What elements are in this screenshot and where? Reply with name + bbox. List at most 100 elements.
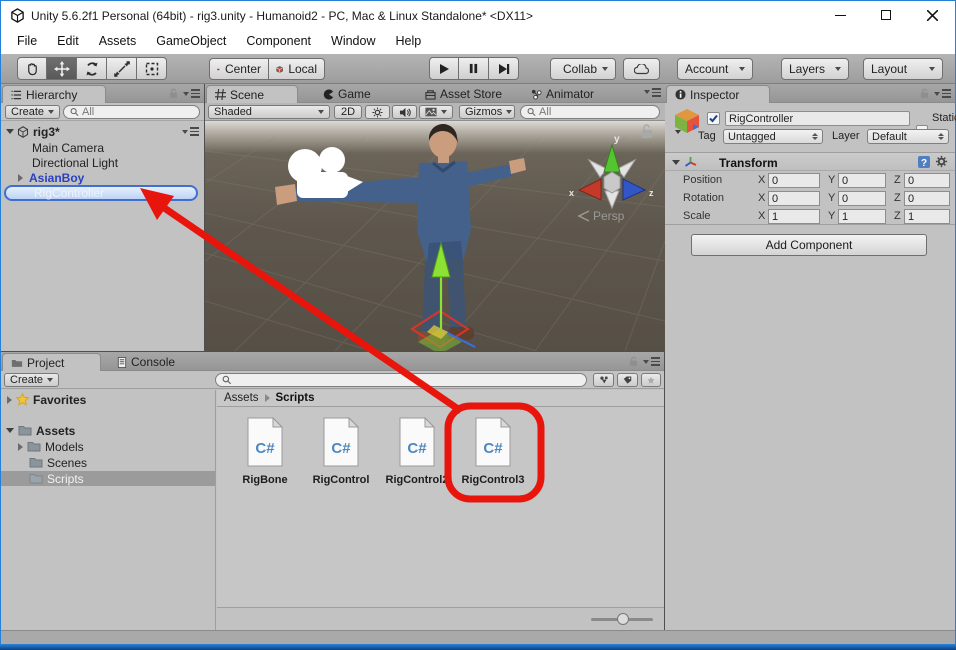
file-rigcontrol2[interactable]: C# RigControl2 (379, 417, 455, 486)
inspector-panel-menu-icon[interactable] (934, 89, 951, 98)
hierarchy-item-main-camera[interactable]: Main Camera (1, 140, 204, 155)
search-by-type-button[interactable] (593, 373, 614, 387)
transform-header[interactable]: Transform ? (665, 153, 955, 171)
tree-favorites[interactable]: Favorites (1, 392, 215, 407)
file-rigcontrol[interactable]: C# RigControl (303, 417, 379, 486)
tab-hierarchy[interactable]: Hierarchy (2, 85, 106, 103)
toggle-2d-button[interactable]: 2D (334, 105, 362, 119)
scale-z-field[interactable] (904, 209, 950, 224)
gear-icon[interactable] (935, 155, 948, 168)
tab-animator[interactable]: Animator (523, 85, 611, 103)
tree-models[interactable]: Models (1, 439, 215, 454)
tab-console[interactable]: Console (109, 353, 199, 371)
cloud-button[interactable] (623, 58, 660, 80)
breadcrumb-root[interactable]: Assets (224, 392, 259, 404)
lock-icon[interactable] (920, 88, 929, 99)
close-button[interactable] (915, 3, 949, 27)
tab-project[interactable]: Project (2, 353, 101, 371)
slider-handle[interactable] (617, 613, 629, 625)
scene-search-input[interactable] (539, 106, 653, 118)
file-rigbone[interactable]: C# RigBone (227, 417, 303, 486)
help-icon[interactable]: ? (917, 155, 931, 169)
projection-label[interactable]: Persp (593, 209, 625, 223)
add-component-button[interactable]: Add Component (691, 234, 927, 256)
breadcrumb-current[interactable]: Scripts (276, 392, 315, 404)
scene-viewport[interactable]: y x z Persp (205, 121, 665, 351)
project-search-input[interactable] (235, 374, 580, 386)
rect-tool-button[interactable] (137, 57, 167, 80)
hand-tool-button[interactable] (17, 57, 47, 80)
project-create-button[interactable]: Create (4, 373, 59, 387)
tree-scripts[interactable]: Scripts (1, 471, 215, 486)
scale-y-field[interactable] (838, 209, 886, 224)
tab-inspector[interactable]: Inspector (666, 85, 770, 103)
hierarchy-item-directional-light[interactable]: Directional Light (1, 155, 204, 170)
scale-icon (114, 61, 130, 77)
lock-icon[interactable] (169, 88, 178, 99)
pivot-toggle-button[interactable]: Center (209, 58, 269, 80)
rotation-z-field[interactable] (904, 191, 950, 206)
scale-tool-button[interactable] (107, 57, 137, 80)
position-y-field[interactable] (838, 173, 886, 188)
rotate-tool-button[interactable] (77, 57, 107, 80)
gizmos-dropdown[interactable]: Gizmos (459, 105, 515, 119)
layers-label: Layers (789, 62, 825, 76)
tree-scenes[interactable]: Scenes (1, 455, 215, 470)
move-tool-button[interactable] (47, 57, 77, 80)
object-name-field[interactable] (725, 111, 910, 126)
layers-dropdown[interactable]: Layers (781, 58, 849, 80)
position-x-field[interactable] (768, 173, 820, 188)
scene-root-menu-icon[interactable] (182, 127, 199, 136)
scene-lighting-button[interactable] (365, 105, 390, 119)
maximize-button[interactable] (869, 3, 903, 27)
favorites-star-button[interactable] (641, 373, 661, 387)
menu-help[interactable]: Help (385, 29, 431, 54)
position-z-field[interactable] (904, 173, 950, 188)
scene-effects-button[interactable] (419, 105, 453, 119)
menu-file[interactable]: File (7, 29, 47, 54)
asset-grid[interactable]: C# RigBone C# RigControl (217, 407, 664, 607)
hierarchy-create-button[interactable]: Create (5, 105, 60, 119)
play-button[interactable] (429, 57, 459, 80)
collab-button[interactable]: Collab (550, 58, 616, 80)
hierarchy-root-row[interactable]: rig3* (1, 124, 204, 139)
hierarchy-item-asianboy[interactable]: AsianBoy (1, 170, 204, 185)
menu-edit[interactable]: Edit (47, 29, 89, 54)
search-by-label-button[interactable] (617, 373, 638, 387)
tag-dropdown[interactable]: Untagged (723, 129, 823, 144)
menu-component[interactable]: Component (236, 29, 321, 54)
menu-assets[interactable]: Assets (89, 29, 147, 54)
tab-asset-store[interactable]: Asset Store (417, 85, 517, 103)
hierarchy-search[interactable] (63, 105, 200, 119)
active-checkbox[interactable] (707, 112, 720, 125)
hierarchy-item-rigcontroller[interactable]: RigController (4, 185, 198, 201)
project-search[interactable] (215, 373, 587, 387)
menu-window[interactable]: Window (321, 29, 385, 54)
scale-x-field[interactable] (768, 209, 820, 224)
tab-scene[interactable]: Scene (206, 85, 298, 103)
minimize-button[interactable] (823, 3, 857, 27)
account-dropdown[interactable]: Account (677, 58, 753, 80)
shading-mode-dropdown[interactable]: Shaded (208, 105, 330, 119)
step-button[interactable] (489, 57, 519, 80)
file-rigcontrol3[interactable]: C# RigControl3 (455, 417, 531, 486)
menu-gameobject[interactable]: GameObject (146, 29, 236, 54)
lock-icon[interactable] (629, 356, 638, 367)
rotation-y-field[interactable] (838, 191, 886, 206)
space-toggle-button[interactable]: Local (269, 58, 325, 80)
workspace: Hierarchy Create (1, 84, 955, 630)
pause-button[interactable] (459, 57, 489, 80)
layout-dropdown[interactable]: Layout (863, 58, 943, 80)
tab-game[interactable]: Game (315, 85, 389, 103)
scene-search[interactable] (520, 105, 660, 119)
project-panel-menu-icon[interactable] (643, 357, 660, 366)
scene-panel-menu-icon[interactable] (644, 88, 661, 97)
axis-x-label: x (569, 188, 574, 198)
hierarchy-panel-menu-icon[interactable] (183, 89, 200, 98)
rotation-x-field[interactable] (768, 191, 820, 206)
layer-dropdown[interactable]: Default (867, 129, 949, 144)
tree-assets[interactable]: Assets (1, 423, 215, 438)
scene-audio-button[interactable] (392, 105, 417, 119)
hierarchy-search-input[interactable] (82, 106, 193, 118)
gameobject-cube-icon[interactable] (673, 108, 701, 134)
